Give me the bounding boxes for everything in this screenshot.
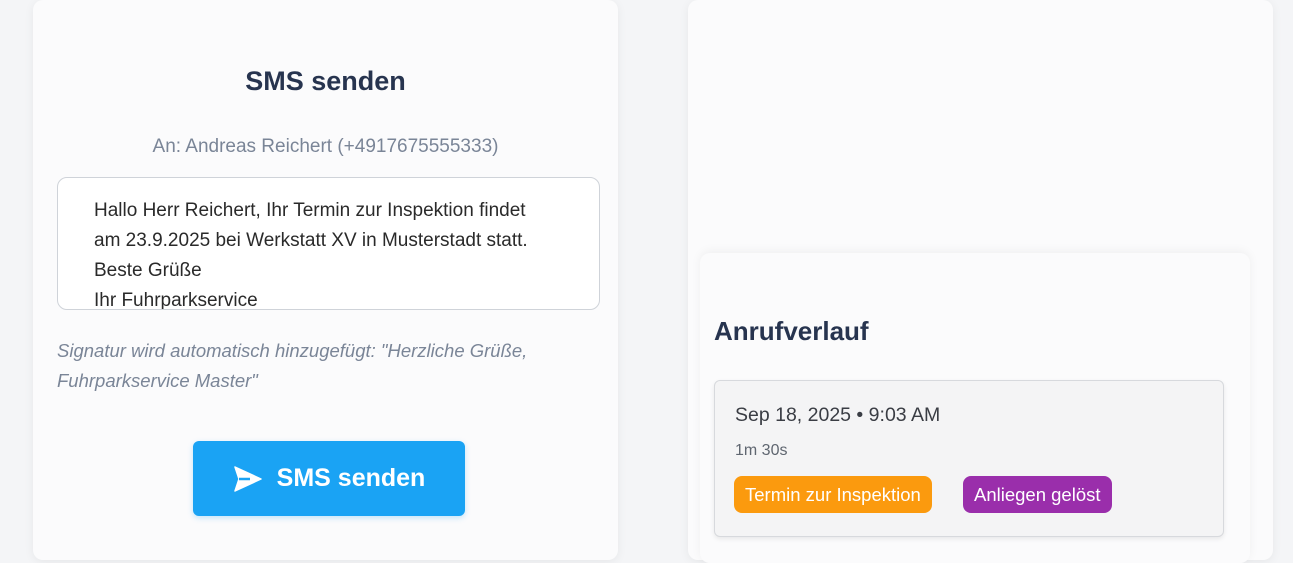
send-icon (233, 465, 262, 492)
send-sms-button[interactable]: SMS senden (193, 441, 465, 516)
right-panel: Anrufverlauf Sep 18, 2025 • 9:03 AM 1m 3… (688, 0, 1273, 563)
signature-note-line: Signatur wird automatisch hinzugefügt: "… (57, 340, 528, 361)
tag-badge: Termin zur Inspektion (734, 476, 932, 513)
call-datetime: Sep 18, 2025 • 9:03 AM (735, 404, 941, 426)
message-textarea[interactable]: Hallo Herr Reichert, Ihr Termin zur Insp… (57, 177, 600, 310)
message-line: Ihr Fuhrparkservice (94, 290, 258, 310)
recipient-label: An: Andreas Reichert (+4917675555333) (152, 136, 499, 157)
signature-note-line: Fuhrparkservice Master" (57, 370, 258, 391)
sms-panel-title: SMS senden (245, 66, 406, 96)
call-history-entry[interactable]: Sep 18, 2025 • 9:03 AM 1m 30s Termin zur… (714, 380, 1224, 537)
tag-badge: Anliegen gelöst (963, 476, 1112, 513)
call-history-card: Anrufverlauf Sep 18, 2025 • 9:03 AM 1m 3… (700, 253, 1250, 563)
message-line: am 23.9.2025 bei Werkstatt XV in Musters… (94, 230, 528, 251)
message-line: Hallo Herr Reichert, Ihr Termin zur Insp… (94, 200, 526, 221)
sms-panel: SMS senden An: Andreas Reichert (+491767… (33, 0, 618, 560)
send-sms-button-label: SMS senden (276, 464, 426, 492)
signature-note: Signatur wird automatisch hinzugefügt: "… (57, 336, 597, 396)
message-line: Beste Grüße (94, 260, 202, 281)
call-history-title: Anrufverlauf (714, 316, 869, 346)
call-duration: 1m 30s (735, 442, 788, 459)
